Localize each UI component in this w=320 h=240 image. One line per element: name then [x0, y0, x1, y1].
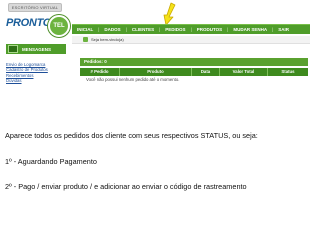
- arrow-pointer-icon: [163, 2, 176, 26]
- column-header-data: Data: [192, 68, 220, 76]
- nav-item-inicial[interactable]: INICIAL: [72, 27, 98, 32]
- nav-item-sair[interactable]: SAIR: [273, 27, 294, 32]
- logo-name: PRONTO: [6, 17, 52, 29]
- sidebar-header[interactable]: MENSAGENS: [6, 44, 66, 54]
- logo-badge-icon: TEL: [48, 15, 70, 37]
- column-header-produto: Produto: [120, 68, 192, 76]
- orders-empty-message: Você não possui nenhum pedido até o mome…: [86, 77, 180, 82]
- logo-badge-text: TEL: [53, 23, 65, 29]
- column-header-pedido: # Pedido: [80, 68, 120, 76]
- welcome-bar: Seja bem-vindo(a): [72, 36, 310, 44]
- column-header-valor-total: Valor Total: [220, 68, 268, 76]
- top-navigation: INICIAL | DADOS | CLIENTES | PEDIDOS | P…: [72, 24, 310, 34]
- nav-item-clientes[interactable]: CLIENTES: [127, 27, 159, 32]
- welcome-text: Seja bem-vindo(a): [91, 37, 124, 42]
- nav-item-pedidos[interactable]: PEDIDOS: [160, 27, 190, 32]
- nav-item-produtos[interactable]: PRODUTOS: [192, 27, 227, 32]
- logo[interactable]: PRONTO TEL: [6, 15, 70, 37]
- user-icon: [83, 37, 88, 42]
- sidebar-header-label: MENSAGENS: [22, 46, 52, 52]
- description-line-2: 1º - Aguardando Pagamento: [5, 157, 97, 166]
- orders-title: Pedidos: 0: [80, 58, 308, 66]
- nav-item-mudar-senha[interactable]: MUDAR SENHA: [228, 27, 272, 32]
- logo-tagline: ESCRITÓRIO VIRTUAL: [8, 3, 62, 12]
- description-line-1: Aparece todos os pedidos dos cliente com…: [5, 131, 258, 140]
- orders-table-header: # Pedido Produto Data Valor Total Status: [80, 68, 308, 76]
- sidebar-link-duvidas[interactable]: Dúvidas: [6, 78, 68, 83]
- sidebar-links: Envio de Logomarca Cadastro de Produtos …: [6, 62, 68, 84]
- nav-item-dados[interactable]: DADOS: [99, 27, 125, 32]
- orders-panel: Pedidos: 0 # Pedido Produto Data Valor T…: [80, 58, 308, 94]
- description-line-3: 2º - Pago / enviar produto / e adicionar…: [5, 182, 247, 191]
- column-header-status: Status: [281, 69, 295, 74]
- envelope-icon: [8, 45, 18, 53]
- screenshot-area: ESCRITÓRIO VIRTUAL PRONTO TEL INICIAL | …: [0, 0, 320, 120]
